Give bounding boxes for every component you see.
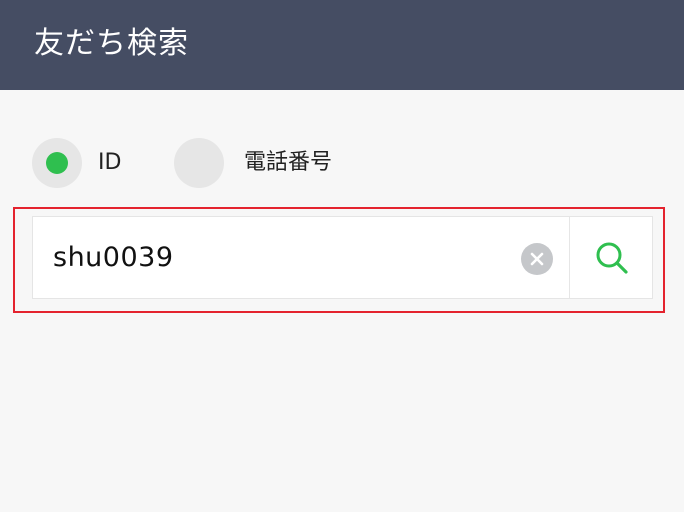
magnifier-icon	[596, 242, 628, 274]
search-field-container: shu0039	[32, 216, 653, 299]
page-title: 友だち検索	[34, 26, 189, 61]
radio-button-phone[interactable]	[174, 138, 224, 188]
header-bar: 友だち検索	[0, 0, 684, 90]
radio-button-id[interactable]	[32, 138, 82, 188]
radio-option-id[interactable]: ID	[32, 138, 152, 188]
radio-label-phone: 電話番号	[244, 150, 333, 175]
radio-option-phone[interactable]: 電話番号	[174, 138, 374, 188]
radio-selected-dot	[46, 152, 68, 174]
radio-label-id: ID	[98, 150, 122, 175]
search-input[interactable]: shu0039	[53, 239, 174, 277]
clear-x-icon[interactable]	[521, 243, 553, 275]
search-button[interactable]	[570, 217, 652, 298]
